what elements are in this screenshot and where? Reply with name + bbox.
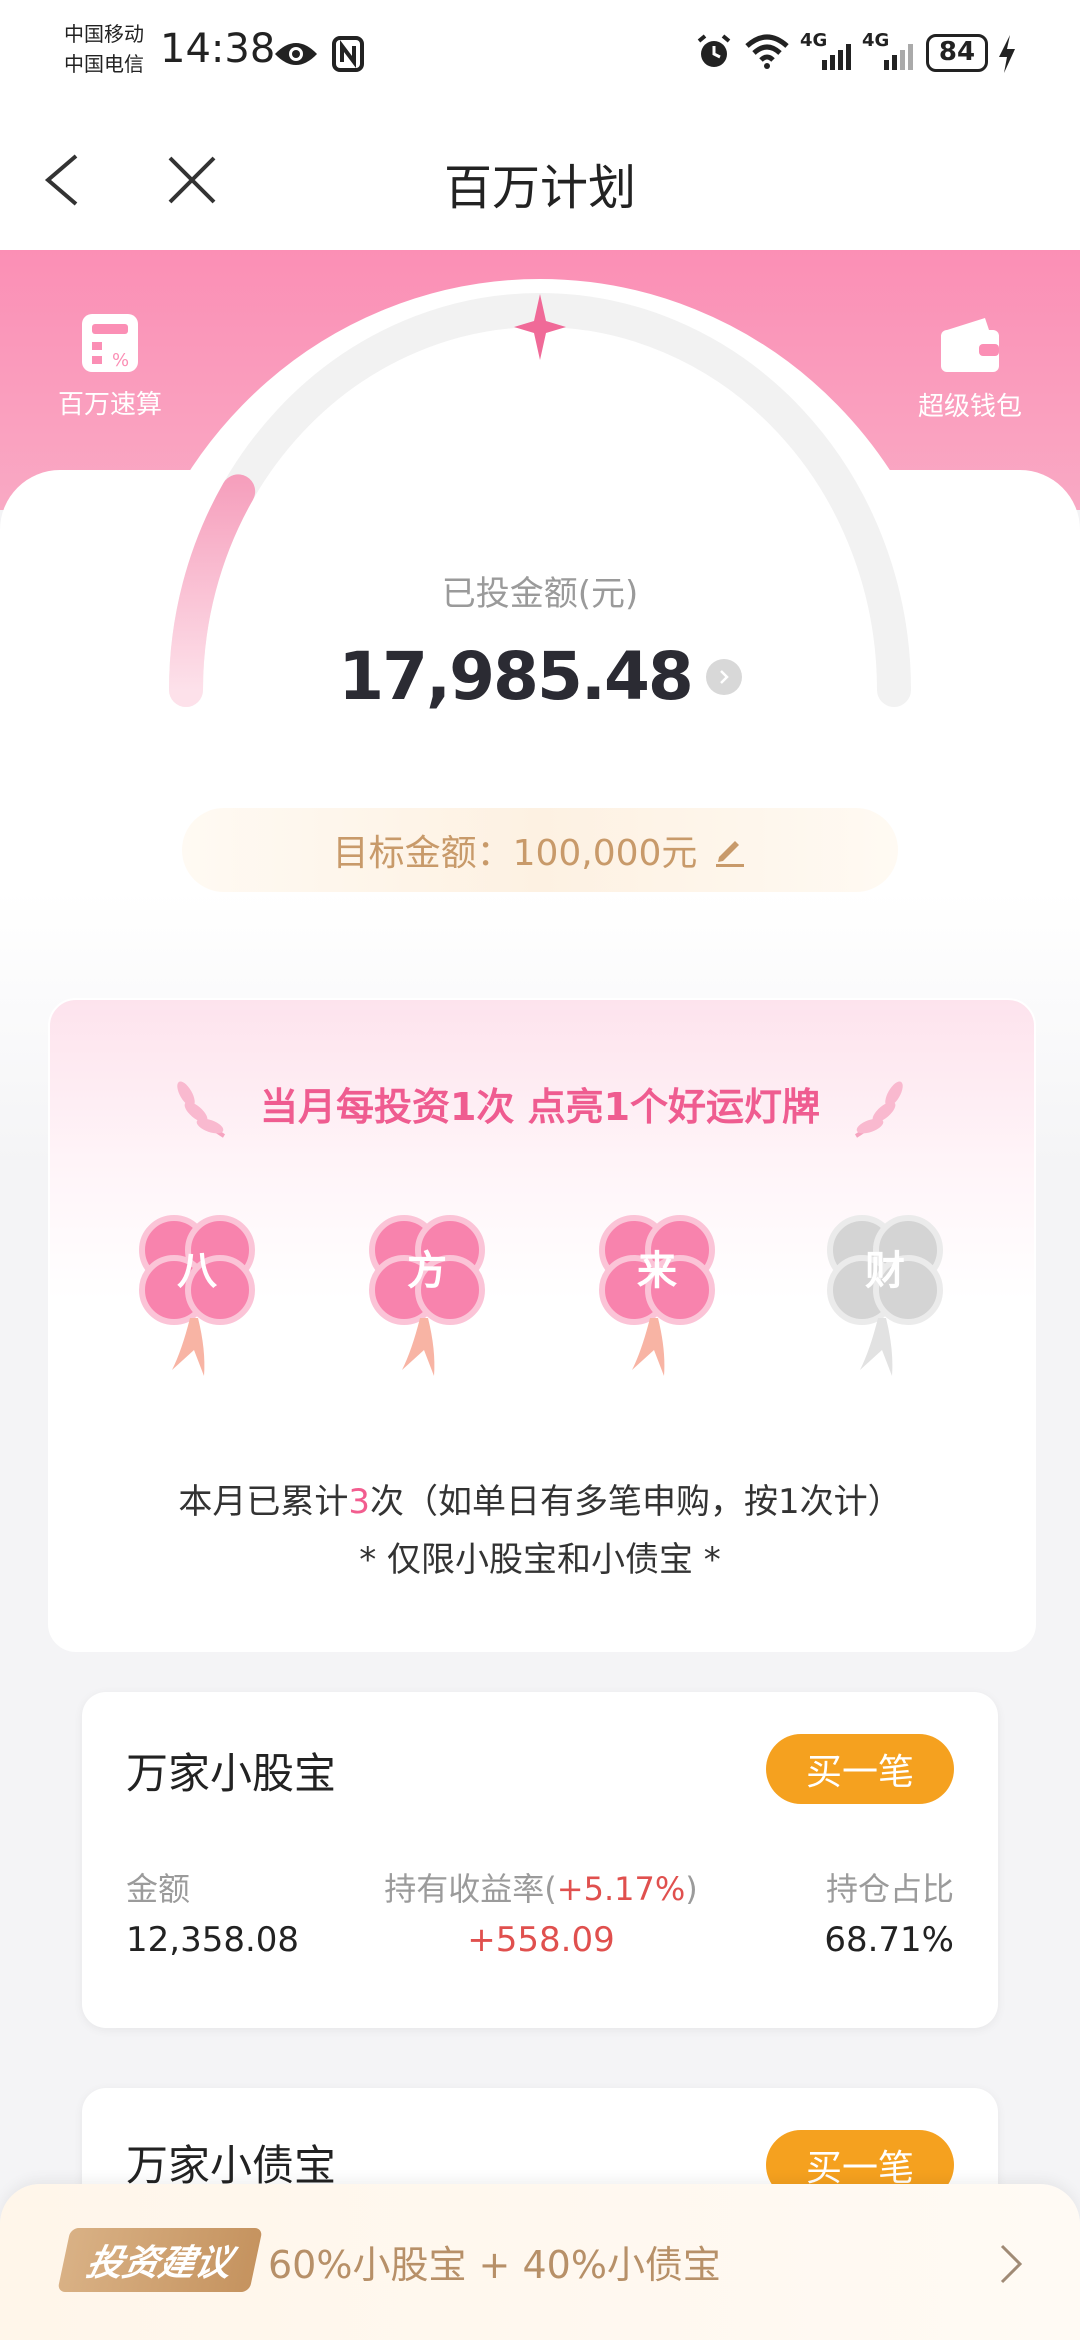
charging-icon <box>996 34 1018 74</box>
signal-icon <box>862 44 914 70</box>
lantern-char: 方 <box>407 1248 447 1294</box>
fund-name: 万家小股宝 <box>126 1749 337 1798</box>
target-amount-pill[interactable]: 目标金额：100,000元 <box>182 808 898 892</box>
chevron-right-icon <box>705 658 742 695</box>
lantern-char: 来 <box>637 1248 677 1294</box>
monthly-count-text: 本月已累计3次（如单日有多笔申购，按1次计） <box>178 1482 902 1522</box>
profit-value: +558.09 <box>467 1920 615 1960</box>
lucky-lantern-2: 方 <box>362 1200 492 1390</box>
lucky-lantern-3: 来 <box>592 1200 722 1390</box>
investment-advice-bar[interactable]: 投资建议 60%小股宝 + 40%小债宝 <box>0 2184 1080 2340</box>
lucky-lantern-4: 财 <box>820 1200 950 1390</box>
lantern-char: 财 <box>865 1248 905 1294</box>
ratio-value: 68.71% <box>824 1920 954 1960</box>
invested-amount-row[interactable]: 17,985.48 <box>0 638 1080 715</box>
advice-text: 60%小股宝 + 40%小债宝 <box>268 2243 721 2287</box>
invested-amount-label: 已投金额(元) <box>441 574 639 614</box>
advice-tag: 投资建议 <box>57 2228 263 2292</box>
wifi-icon <box>744 32 790 72</box>
chevron-right-icon <box>996 2242 1026 2286</box>
monthly-count-value: 3 <box>348 1482 370 1522</box>
status-bar: 中国移动 中国电信 14:38 4G 4G 84 <box>0 0 1080 110</box>
amount-value: 12,358.08 <box>126 1920 300 1960</box>
nav-bar: 百万计划 <box>0 110 1080 250</box>
yield-rate: +5.17% <box>556 1870 686 1908</box>
fund-card-stock[interactable]: 万家小股宝 买一笔 金额 12,358.08 持有收益率(+5.17%) +55… <box>82 1692 998 2028</box>
product-limit-note: * 仅限小股宝和小债宝 * <box>359 1540 721 1580</box>
lucky-lantern-1: 八 <box>132 1200 262 1390</box>
eye-icon <box>272 34 320 74</box>
invested-amount-value: 17,985.48 <box>338 638 694 715</box>
lantern-char: 八 <box>177 1248 218 1294</box>
edit-icon <box>713 833 747 867</box>
alarm-icon <box>694 32 734 72</box>
carrier-2: 中国电信 <box>64 52 144 76</box>
signal-icon <box>800 44 852 70</box>
clock: 14:38 <box>160 26 276 72</box>
yield-label: 持有收益率(+5.17%) <box>384 1870 698 1908</box>
amount-label: 金额 <box>126 1870 191 1908</box>
buy-button[interactable]: 买一笔 <box>766 1734 954 1804</box>
lucky-title: 当月每投资1次 点亮1个好运灯牌 <box>259 1085 821 1129</box>
nfc-icon <box>330 34 366 74</box>
page-title: 百万计划 <box>443 160 636 216</box>
battery-indicator: 84 <box>926 34 988 72</box>
sparkle-icon <box>514 294 566 360</box>
laurel-right-icon <box>852 1068 906 1138</box>
carrier-1: 中国移动 <box>64 22 144 46</box>
ratio-label: 持仓占比 <box>825 1870 954 1908</box>
target-amount-label: 目标金额：100,000元 <box>332 833 698 874</box>
